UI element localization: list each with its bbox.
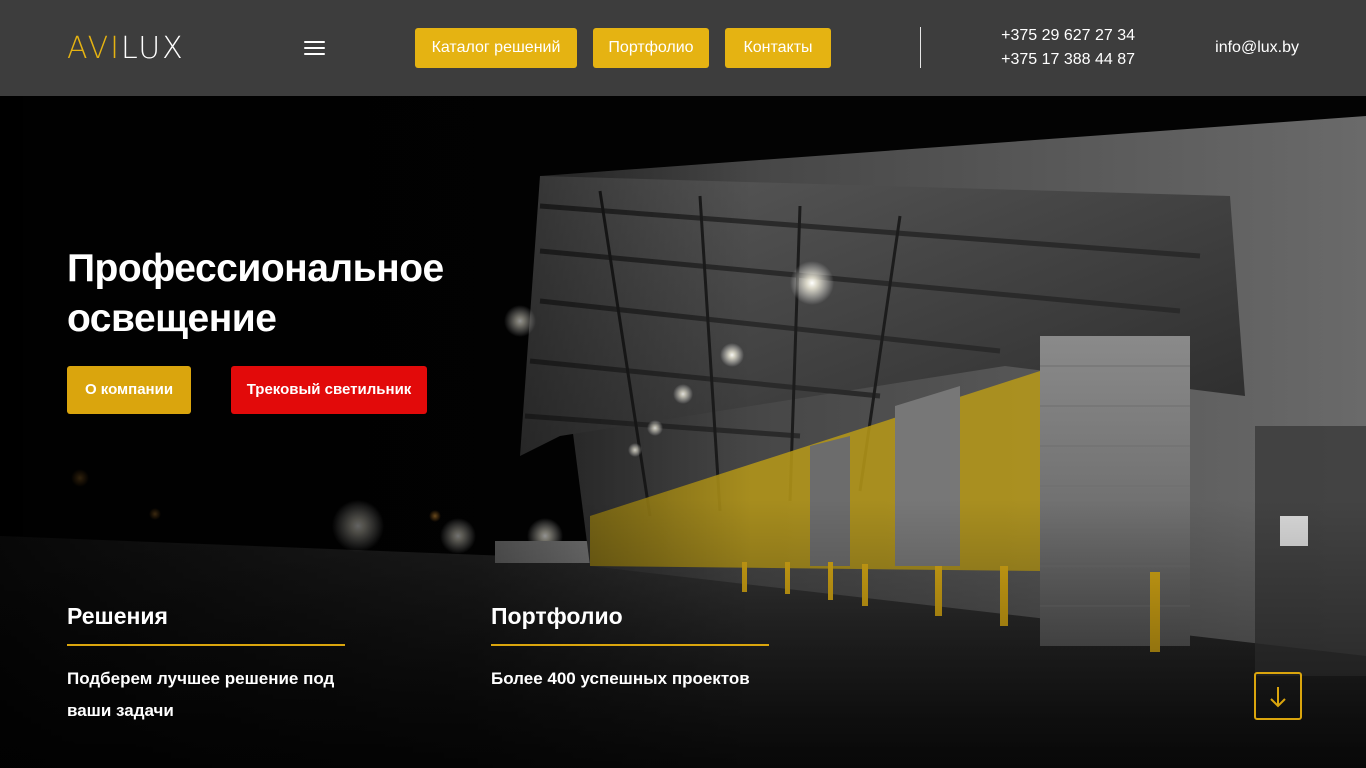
site-header: AVILUX Каталог решений Портфолио Контакт…	[0, 0, 1366, 96]
feature-portfolio-title[interactable]: Портфолио	[491, 601, 769, 646]
feature-portfolio: Портфолио Более 400 успешных проектов	[491, 601, 769, 695]
phone-list: +375 29 627 27 34 +375 17 388 44 87	[940, 24, 1135, 72]
feature-solutions-title[interactable]: Решения	[67, 601, 345, 646]
arrow-down-icon	[1270, 687, 1286, 708]
hero-title: Профессиональное освещение	[67, 247, 444, 340]
about-company-button[interactable]: О компании	[67, 366, 191, 414]
feature-solutions: Решения Подберем лучшее решение под ваши…	[67, 601, 345, 727]
phone-link-landline[interactable]: +375 17 388 44 87	[940, 48, 1135, 72]
phone-link-mobile[interactable]: +375 29 627 27 34	[940, 24, 1135, 48]
feature-solutions-text: Подберем лучшее решение под ваши задачи	[67, 669, 335, 720]
nav-catalog-button[interactable]: Каталог решений	[415, 28, 577, 68]
hero-section: Профессиональное освещение О компании Тр…	[0, 96, 1366, 768]
email-link[interactable]: info@lux.by	[1190, 36, 1299, 60]
track-light-button[interactable]: Трековый светильник	[231, 366, 427, 414]
logo-text-lux: LUX	[120, 31, 185, 66]
header-divider	[920, 27, 921, 68]
site-logo[interactable]: AVILUX	[67, 31, 227, 67]
logo-text-avi: AVI	[67, 31, 121, 66]
scroll-down-button[interactable]	[1254, 672, 1302, 720]
feature-portfolio-text: Более 400 успешных проектов	[491, 669, 750, 688]
hamburger-menu-icon[interactable]	[304, 39, 326, 57]
nav-portfolio-button[interactable]: Портфолио	[593, 28, 709, 68]
nav-contacts-button[interactable]: Контакты	[725, 28, 831, 68]
